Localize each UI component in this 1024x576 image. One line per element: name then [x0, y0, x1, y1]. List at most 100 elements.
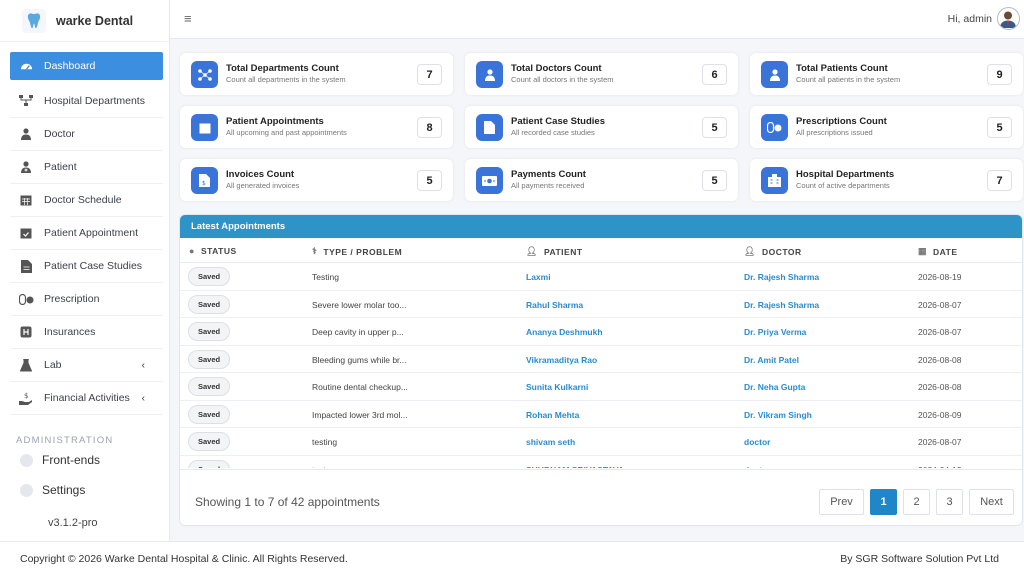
card-title: Invoices Count	[226, 169, 295, 180]
status-badge: Saved	[188, 459, 231, 468]
showing-text: Showing 1 to 7 of 42 appointments	[195, 495, 380, 509]
sidebar-item-patient[interactable]: Patient	[10, 151, 163, 184]
page-2-button[interactable]: 2	[903, 489, 930, 515]
card-value: 5	[417, 170, 442, 191]
sidebar-item-insurances[interactable]: Insurances	[10, 316, 163, 349]
column-status[interactable]: ● STATUS	[189, 246, 237, 256]
patient-link[interactable]: SHUBHAM SRIVASTAVA	[526, 465, 624, 469]
card-value: 7	[417, 64, 442, 85]
sidebar-item-lab[interactable]: Lab ‹	[10, 349, 163, 382]
column-date[interactable]: ▦ DATE	[918, 246, 958, 257]
sidebar-item-settings[interactable]: Settings	[0, 475, 169, 505]
stat-card-total-departments-count[interactable]: Total Departments Count Count all departm…	[180, 53, 453, 95]
stat-card-payments-count[interactable]: Payments Count All payments received 5	[465, 159, 738, 201]
date-cell: 2026-08-07	[918, 299, 962, 310]
status-badge: Saved	[188, 349, 231, 369]
stat-card-patient-case-studies[interactable]: Patient Case Studies All recorded case st…	[465, 106, 738, 148]
dashboard-icon	[18, 59, 34, 73]
brand[interactable]: warke Dental	[0, 0, 169, 42]
patient-link[interactable]: Vikramaditya Rao	[526, 355, 597, 365]
departments-icon	[18, 94, 34, 108]
page-3-button[interactable]: 3	[936, 489, 963, 515]
sidebar-item-patient-case-studies[interactable]: Patient Case Studies	[10, 250, 163, 283]
status-badge: Saved	[188, 294, 231, 314]
sidebar-item-label: Financial Activities	[44, 392, 130, 404]
stat-card-invoices-count[interactable]: $ Invoices Count All generated invoices 5	[180, 159, 453, 201]
patient-link[interactable]: Rohan Mehta	[526, 410, 579, 420]
sidebar-item-front-ends[interactable]: Front-ends	[0, 445, 169, 475]
column-patient[interactable]: 👤︎ PATIENT	[526, 246, 583, 257]
chevron-left-icon[interactable]: ‹	[142, 393, 145, 404]
sidebar-item-doctor-schedule[interactable]: Doctor Schedule	[10, 184, 163, 217]
stat-card-hospital-departments[interactable]: Hospital Departments Count of active depa…	[750, 159, 1023, 201]
avatar[interactable]	[997, 7, 1020, 30]
doctor-icon: 👤︎	[744, 246, 756, 256]
stat-card-total-patients-count[interactable]: Total Patients Count Count all patients i…	[750, 53, 1023, 95]
patient-link[interactable]: shivam seth	[526, 437, 575, 447]
table-row[interactable]: Saved test SHUBHAM SRIVASTAVA doctor 2024-04…	[180, 456, 1022, 469]
table-row[interactable]: Saved Bleeding gums while br... Vikramadit…	[180, 346, 1022, 373]
card-title: Prescriptions Count	[796, 116, 887, 127]
table-row[interactable]: Saved Impacted lower 3rd mol... Rohan Meht…	[180, 401, 1022, 428]
hamburger-menu-icon[interactable]: ≡	[184, 11, 192, 26]
sidebar-menu: Dashboard Hospital Departments Doctor Patie…	[0, 42, 169, 415]
sidebar-item-dashboard[interactable]: Dashboard	[10, 52, 163, 80]
doctor-link[interactable]: Dr. Vikram Singh	[744, 410, 812, 420]
doctor-link[interactable]: Dr. Amit Patel	[744, 355, 799, 365]
problem-cell: Testing	[312, 272, 339, 282]
sidebar-item-patient-appointment[interactable]: Patient Appointment	[10, 217, 163, 250]
doctor-link[interactable]: Dr. Neha Gupta	[744, 382, 805, 392]
card-title: Hospital Departments	[796, 169, 895, 180]
table-row[interactable]: Saved Routine dental checkup... Sunita Kul…	[180, 373, 1022, 401]
patient-link[interactable]: Laxmi	[526, 272, 551, 282]
calendar-icon: ▦	[918, 246, 928, 256]
doctor-link[interactable]: doctor	[744, 465, 770, 469]
card-value: 6	[702, 64, 727, 85]
sidebar-item-label: Front-ends	[42, 453, 101, 467]
prev-button[interactable]: Prev	[819, 489, 864, 515]
stat-card-prescriptions-count[interactable]: Prescriptions Count All prescriptions iss…	[750, 106, 1023, 148]
page-1-button[interactable]: 1	[870, 489, 897, 515]
doctor-link[interactable]: Dr. Rajesh Sharma	[744, 300, 819, 310]
stat-card-total-doctors-count[interactable]: Total Doctors Count Count all doctors in …	[465, 53, 738, 95]
problem-cell: test	[312, 465, 326, 469]
stat-card-patient-appointments[interactable]: Patient Appointments All upcoming and pas…	[180, 106, 453, 148]
pills-icon	[761, 114, 788, 141]
hospital-icon	[18, 325, 34, 339]
sidebar-item-doctor[interactable]: Doctor	[10, 118, 163, 151]
table-row[interactable]: Saved Deep cavity in upper p... Ananya Des…	[180, 318, 1022, 346]
stethoscope-icon: ⚕	[312, 246, 318, 256]
chevron-left-icon[interactable]: ‹	[142, 360, 145, 371]
table-body[interactable]: Saved Testing Laxmi Dr. Rajesh Sharma 2026-0…	[180, 263, 1022, 468]
status-badge: Saved	[188, 267, 231, 286]
admin-heading: ADMINISTRATION	[16, 435, 114, 445]
sidebar: warke Dental Dashboard Hospital Departmen…	[0, 0, 170, 541]
patient-link[interactable]: Sunita Kulkarni	[526, 382, 588, 392]
doctor-link[interactable]: Dr. Priya Verma	[744, 327, 806, 337]
doctor-link[interactable]: doctor	[744, 437, 770, 447]
next-button[interactable]: Next	[969, 489, 1014, 515]
sidebar-item-prescription[interactable]: Prescription	[10, 283, 163, 316]
sidebar-item-label: Insurances	[44, 326, 96, 338]
patient-link[interactable]: Rahul Sharma	[526, 300, 583, 310]
table-row[interactable]: Saved Severe lower molar too... Rahul Shar…	[180, 291, 1022, 318]
card-title: Patient Appointments	[226, 116, 324, 127]
card-value: 7	[987, 170, 1012, 191]
date-cell: 2026-08-07	[918, 437, 962, 447]
doctor-icon	[18, 127, 34, 141]
date-cell: 2026-08-08	[918, 354, 962, 365]
sitemap-icon	[191, 61, 218, 88]
patient-link[interactable]: Ananya Deshmukh	[526, 327, 603, 337]
svg-text:$: $	[202, 180, 206, 187]
sidebar-item-hospital-departments[interactable]: Hospital Departments	[10, 85, 163, 118]
card-subtitle: All payments received	[511, 181, 585, 190]
doctor-link[interactable]: Dr. Rajesh Sharma	[744, 272, 819, 282]
column-type[interactable]: ⚕ TYPE / PROBLEM	[312, 246, 402, 257]
column-doctor[interactable]: 👤︎ DOCTOR	[744, 246, 802, 257]
table-row[interactable]: Saved Testing Laxmi Dr. Rajesh Sharma 2026-0…	[180, 263, 1022, 291]
pills-icon	[18, 292, 34, 306]
card-value: 5	[702, 117, 727, 138]
app-name: warke Dental	[56, 13, 134, 28]
table-row[interactable]: Saved testing shivam seth doctor 2026-08-07	[180, 428, 1022, 456]
sidebar-item-financial-activities[interactable]: $ Financial Activities ‹	[10, 382, 163, 415]
